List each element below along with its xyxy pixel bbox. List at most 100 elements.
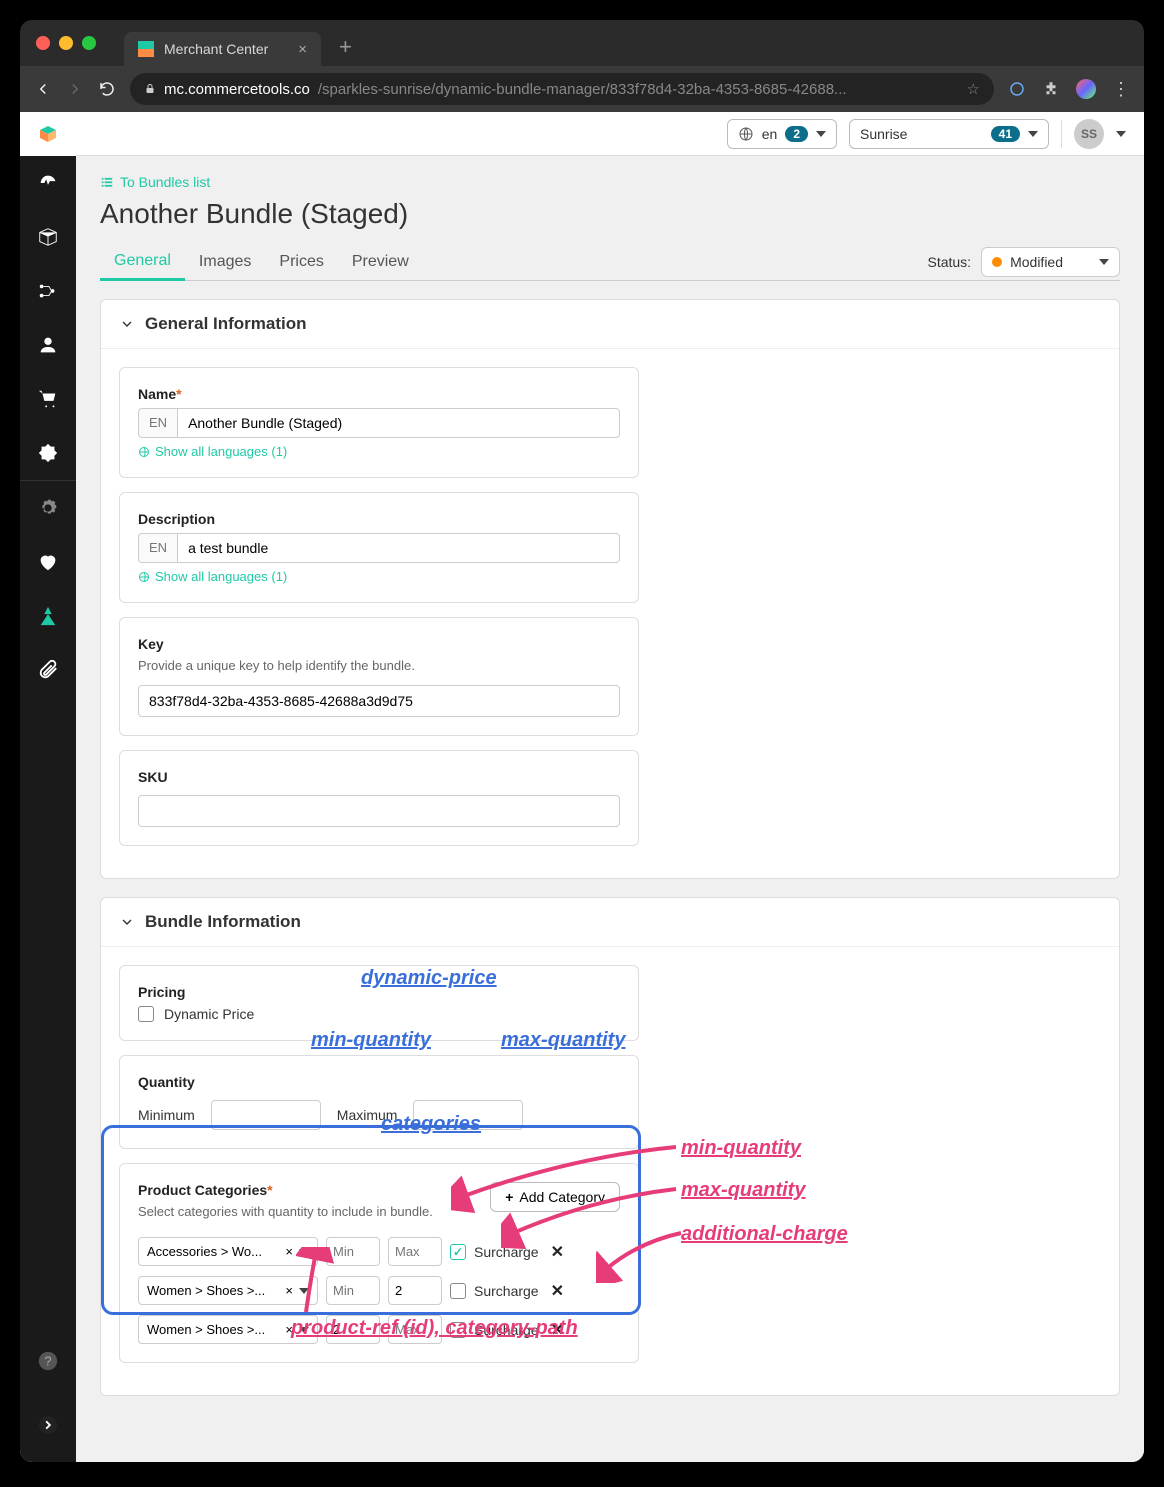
- extension-icon[interactable]: [1008, 80, 1026, 98]
- clear-icon[interactable]: ×: [285, 1322, 293, 1337]
- chevron-down-icon: [816, 131, 826, 137]
- row-min-input[interactable]: [326, 1315, 380, 1344]
- topbar: en 2 Sunrise 41 SS: [76, 112, 1144, 156]
- chevron-down-icon: [299, 1249, 309, 1255]
- project-switcher[interactable]: Sunrise 41: [849, 119, 1049, 149]
- close-tab-icon[interactable]: ×: [298, 41, 307, 58]
- category-select[interactable]: Accessories > Wo...×: [138, 1237, 318, 1266]
- back-icon[interactable]: [34, 80, 52, 98]
- remove-row-icon[interactable]: ✕: [547, 1242, 568, 1262]
- min-label: Minimum: [138, 1107, 195, 1123]
- clear-icon[interactable]: ×: [285, 1283, 293, 1298]
- sidebar-item-products[interactable]: [20, 210, 76, 264]
- remove-row-icon[interactable]: ✕: [547, 1320, 568, 1340]
- annotation-row-max: max-quantity: [681, 1179, 805, 1202]
- card-categories: + Add Category Product Categories* Selec…: [119, 1163, 639, 1363]
- surcharge-checkbox[interactable]: [450, 1322, 466, 1338]
- menu-icon[interactable]: ⋮: [1112, 79, 1130, 100]
- sidebar-item-expand[interactable]: [20, 1398, 76, 1452]
- clear-icon[interactable]: ×: [285, 1244, 293, 1259]
- panel-general-info-header[interactable]: General Information: [101, 300, 1119, 349]
- svg-text:?: ?: [44, 1354, 51, 1369]
- tab-prices[interactable]: Prices: [265, 245, 337, 279]
- sidebar-item-attachments[interactable]: [20, 643, 76, 697]
- add-category-button[interactable]: + Add Category: [490, 1182, 620, 1212]
- app-logo[interactable]: [20, 112, 76, 156]
- sidebar-item-dashboard[interactable]: [20, 156, 76, 210]
- status-dot-icon: [992, 257, 1002, 267]
- sidebar-item-customers[interactable]: [20, 318, 76, 372]
- surcharge-label: Surcharge: [474, 1244, 539, 1260]
- user-avatar[interactable]: SS: [1074, 119, 1104, 149]
- status-value: Modified: [1010, 254, 1063, 270]
- page-title: Another Bundle (Staged): [100, 198, 1120, 230]
- url-field[interactable]: mc.commercetools.co /sparkles-sunrise/dy…: [130, 73, 994, 105]
- quantity-label: Quantity: [138, 1074, 620, 1090]
- category-select[interactable]: Women > Shoes >...×: [138, 1315, 318, 1344]
- forward-icon[interactable]: [66, 80, 84, 98]
- surcharge-label: Surcharge: [474, 1322, 539, 1338]
- sidebar-item-categories[interactable]: [20, 264, 76, 318]
- chevron-down-icon: [1028, 131, 1038, 137]
- tab-images[interactable]: Images: [185, 245, 265, 279]
- dynamic-price-label: Dynamic Price: [164, 1006, 254, 1022]
- sidebar-item-bundles[interactable]: [20, 589, 76, 643]
- key-label: Key: [138, 636, 620, 652]
- breadcrumb-back[interactable]: To Bundles list: [100, 174, 1120, 190]
- list-icon: [100, 175, 114, 189]
- language-switcher[interactable]: en 2: [727, 119, 837, 149]
- chevron-down-icon: [299, 1327, 309, 1333]
- max-quantity-input[interactable]: [413, 1100, 523, 1130]
- minimize-window-icon[interactable]: [59, 36, 73, 50]
- card-quantity: Quantity Minimum Maximum: [119, 1055, 639, 1149]
- category-select[interactable]: Women > Shoes >...×: [138, 1276, 318, 1305]
- status-label: Status:: [927, 254, 971, 270]
- extensions-icon[interactable]: [1042, 80, 1060, 98]
- status-select[interactable]: Modified: [981, 247, 1120, 277]
- chevron-down-icon[interactable]: [1116, 131, 1126, 137]
- sidebar-item-orders[interactable]: [20, 372, 76, 426]
- star-icon[interactable]: ☆: [967, 80, 980, 98]
- breadcrumb-label: To Bundles list: [120, 174, 210, 190]
- browser-tab[interactable]: Merchant Center ×: [124, 32, 321, 66]
- row-max-input[interactable]: [388, 1276, 442, 1305]
- remove-row-icon[interactable]: ✕: [547, 1281, 568, 1301]
- profile-avatar-icon[interactable]: [1076, 79, 1096, 99]
- show-languages-link[interactable]: Show all languages (1): [138, 569, 620, 584]
- dynamic-price-checkbox[interactable]: [138, 1006, 154, 1022]
- surcharge-checkbox[interactable]: [450, 1244, 466, 1260]
- row-max-input[interactable]: [388, 1237, 442, 1266]
- reload-icon[interactable]: [98, 80, 116, 98]
- sku-input[interactable]: [138, 795, 620, 827]
- sidebar-item-help[interactable]: ?: [20, 1334, 76, 1388]
- row-min-input[interactable]: [326, 1237, 380, 1266]
- project-name: Sunrise: [860, 126, 907, 142]
- description-input[interactable]: [177, 533, 620, 563]
- name-input[interactable]: [177, 408, 620, 438]
- show-languages-link[interactable]: Show all languages (1): [138, 444, 620, 459]
- max-label: Maximum: [337, 1107, 398, 1123]
- url-bar: mc.commercetools.co /sparkles-sunrise/dy…: [20, 66, 1144, 112]
- row-min-input[interactable]: [326, 1276, 380, 1305]
- sidebar-item-favorites[interactable]: [20, 535, 76, 589]
- tab-preview[interactable]: Preview: [338, 245, 423, 279]
- category-row: Women > Shoes >...× Surcharge ✕: [138, 1276, 620, 1305]
- sidebar-item-discounts[interactable]: [20, 426, 76, 480]
- key-input[interactable]: [138, 685, 620, 717]
- globe-icon: [138, 571, 150, 583]
- min-quantity-input[interactable]: [211, 1100, 321, 1130]
- locale-tag: EN: [138, 408, 177, 438]
- new-tab-button[interactable]: +: [339, 34, 352, 60]
- globe-icon: [138, 446, 150, 458]
- row-max-input[interactable]: [388, 1315, 442, 1344]
- url-domain: mc.commercetools.co: [164, 81, 310, 98]
- url-path: /sparkles-sunrise/dynamic-bundle-manager…: [318, 81, 847, 98]
- panel-bundle-info-header[interactable]: Bundle Information: [101, 898, 1119, 947]
- surcharge-label: Surcharge: [474, 1283, 539, 1299]
- tab-general[interactable]: General: [100, 244, 185, 281]
- maximize-window-icon[interactable]: [82, 36, 96, 50]
- sidebar-item-settings[interactable]: [20, 481, 76, 535]
- panel-general-info: General Information Name* EN: [100, 299, 1120, 879]
- surcharge-checkbox[interactable]: [450, 1283, 466, 1299]
- close-window-icon[interactable]: [36, 36, 50, 50]
